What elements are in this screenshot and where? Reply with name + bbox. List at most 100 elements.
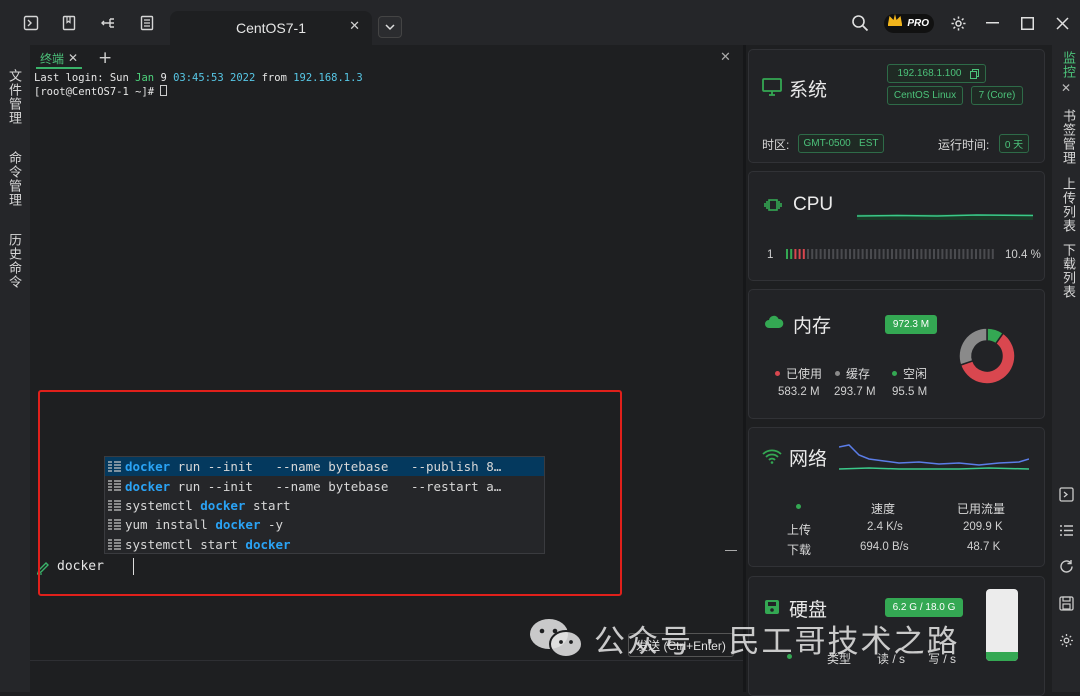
send-button[interactable]: 发送 (Ctrl+Enter) bbox=[628, 633, 734, 657]
tab-terminal[interactable]: 终端 ✕ bbox=[36, 49, 83, 69]
close-window-button[interactable] bbox=[1052, 13, 1072, 33]
pro-badge[interactable]: PRO bbox=[884, 14, 934, 33]
speed-header: 速度 bbox=[871, 502, 896, 516]
session-tab[interactable]: CentOS7-1 ✕ bbox=[170, 11, 372, 45]
maximize-button[interactable] bbox=[1017, 13, 1037, 33]
tab-terminal-label: 终端 bbox=[40, 51, 65, 66]
copy-icon[interactable] bbox=[970, 69, 979, 79]
cpu-bar-segment bbox=[891, 249, 893, 259]
command-panel-minimize[interactable] bbox=[725, 550, 737, 551]
session-dropdown-button[interactable] bbox=[378, 16, 402, 38]
sidebar-item-command-manager[interactable]: 命令管理 bbox=[5, 151, 24, 207]
save-icon[interactable] bbox=[1059, 596, 1074, 611]
split-icon[interactable] bbox=[97, 12, 119, 34]
ip-chip[interactable]: 192.168.1.100 bbox=[887, 64, 986, 83]
list-icon[interactable] bbox=[1059, 523, 1074, 538]
os-version-chip: 7 (Core) bbox=[971, 86, 1023, 105]
cpu-title: CPU bbox=[793, 194, 834, 215]
sidebar-item-file-manager[interactable]: 文件管理 bbox=[5, 69, 24, 125]
input-caret bbox=[133, 558, 134, 575]
snippet-icon bbox=[108, 461, 121, 472]
terminal-icon[interactable] bbox=[1059, 487, 1074, 502]
disk-title: 硬盘 bbox=[789, 600, 828, 621]
add-tab-icon[interactable]: + bbox=[98, 48, 112, 68]
cpu-bar-segment bbox=[945, 249, 948, 259]
login-line: Last login: Sun Jan 9 03:45:53 2022 from… bbox=[34, 72, 363, 84]
disk-col-read: 读 / s bbox=[877, 652, 906, 666]
cpu-bar-segment bbox=[840, 249, 843, 259]
cpu-bar-segment bbox=[865, 249, 868, 259]
cpu-bar-segment bbox=[983, 249, 986, 259]
bottom-bar bbox=[30, 660, 743, 692]
cpu-bar-segment bbox=[933, 249, 935, 259]
cpu-bar-segment bbox=[966, 249, 969, 259]
cpu-bar-segment bbox=[882, 249, 885, 259]
monitor-panel: 系统 192.168.1.100 CentOS Linux 7 (Core) 时… bbox=[746, 45, 1052, 696]
autocomplete-list: docker run --init --name bytebase --publ… bbox=[104, 456, 545, 554]
cpu-bar-segment bbox=[832, 249, 835, 259]
cpu-bar-segment bbox=[807, 249, 809, 259]
cpu-bar-segment bbox=[979, 249, 982, 259]
uptime-chip: 0 天 bbox=[999, 134, 1029, 153]
terminal-tab-bar: 终端 ✕ + ✕ bbox=[30, 45, 743, 71]
snippet-icon bbox=[108, 519, 121, 530]
memory-cache-legend: 缓存 bbox=[835, 365, 870, 382]
cpu-bar-segment bbox=[928, 249, 931, 259]
monitor-icon bbox=[762, 78, 782, 96]
list-item[interactable]: systemctl start docker bbox=[105, 535, 544, 554]
bookmark-icon[interactable] bbox=[58, 12, 80, 34]
cpu-bar-segment bbox=[970, 249, 973, 259]
memory-used-value: 583.2 M bbox=[778, 386, 820, 398]
network-sparkline bbox=[839, 444, 1029, 470]
sidebar-item-download-list[interactable]: 下载列表 bbox=[1059, 243, 1078, 299]
session-tab-close-icon[interactable]: ✕ bbox=[349, 19, 360, 34]
cpu-bar-segment bbox=[844, 249, 847, 259]
download-label: 下载 bbox=[787, 543, 812, 557]
disk-col-type: 类型 bbox=[827, 652, 852, 666]
sidebar-item-history[interactable]: 历史命令 bbox=[5, 233, 24, 289]
sidebar-item-monitor[interactable]: 监控 bbox=[1059, 51, 1078, 79]
command-input[interactable]: docker bbox=[30, 555, 743, 581]
gear-icon[interactable] bbox=[1059, 633, 1074, 648]
sidebar-item-bookmarks[interactable]: 书签管理 bbox=[1059, 109, 1078, 165]
cpu-bar-segment bbox=[786, 249, 788, 259]
traffic-header: 已用流量 bbox=[957, 502, 1006, 516]
cpu-bar-segment bbox=[886, 249, 889, 259]
disk-status-dot bbox=[787, 654, 792, 659]
tab-close-icon[interactable]: ✕ bbox=[68, 51, 78, 65]
refresh-icon[interactable] bbox=[1059, 559, 1074, 574]
monitor-close-icon[interactable]: ✕ bbox=[1061, 81, 1071, 95]
disk-card: 硬盘 6.2 G / 18.0 G 类型 读 / s 写 / s bbox=[748, 576, 1045, 696]
cpu-bar-segment bbox=[916, 249, 919, 259]
search-icon[interactable] bbox=[849, 12, 871, 34]
cpu-icon bbox=[764, 199, 782, 211]
panel-close-icon[interactable]: ✕ bbox=[720, 50, 731, 65]
cpu-bar-segment bbox=[991, 249, 994, 259]
cpu-bar-segment bbox=[895, 249, 898, 259]
cpu-bar-segment bbox=[903, 249, 906, 259]
uptime-label: 运行时间: bbox=[938, 138, 990, 152]
cpu-bar-segment bbox=[954, 249, 956, 259]
system-card: 系统 192.168.1.100 CentOS Linux 7 (Core) 时… bbox=[748, 49, 1045, 163]
cpu-bar-segment bbox=[861, 249, 864, 259]
cloud-icon bbox=[765, 315, 784, 328]
memory-total-chip: 972.3 M bbox=[885, 315, 937, 334]
list-item[interactable]: yum install docker -y bbox=[105, 515, 544, 534]
disk-usage-chip: 6.2 G / 18.0 G bbox=[885, 598, 963, 617]
sidebar-item-upload-list[interactable]: 上传列表 bbox=[1059, 177, 1078, 233]
right-sidebar: 监控 ✕ 书签管理 上传列表 下载列表 bbox=[1052, 45, 1080, 692]
list-item[interactable]: docker run --init --name bytebase --publ… bbox=[105, 457, 544, 477]
cpu-card: CPU 1 10.4 % bbox=[748, 171, 1045, 281]
terminal-icon[interactable] bbox=[20, 12, 42, 34]
cpu-usage-bar bbox=[786, 249, 994, 259]
list-icon[interactable] bbox=[136, 12, 158, 34]
gear-icon[interactable] bbox=[947, 12, 969, 34]
cpu-bar-segment bbox=[828, 249, 830, 259]
memory-free-legend: 空闲 bbox=[892, 365, 927, 382]
list-item[interactable]: systemctl docker start bbox=[105, 496, 544, 515]
pen-icon bbox=[36, 562, 49, 575]
cpu-bar-segment bbox=[819, 249, 822, 259]
list-item[interactable]: docker run --init --name bytebase --rest… bbox=[105, 476, 544, 495]
minimize-button[interactable] bbox=[982, 13, 1002, 33]
memory-cache-value: 293.7 M bbox=[834, 386, 876, 398]
